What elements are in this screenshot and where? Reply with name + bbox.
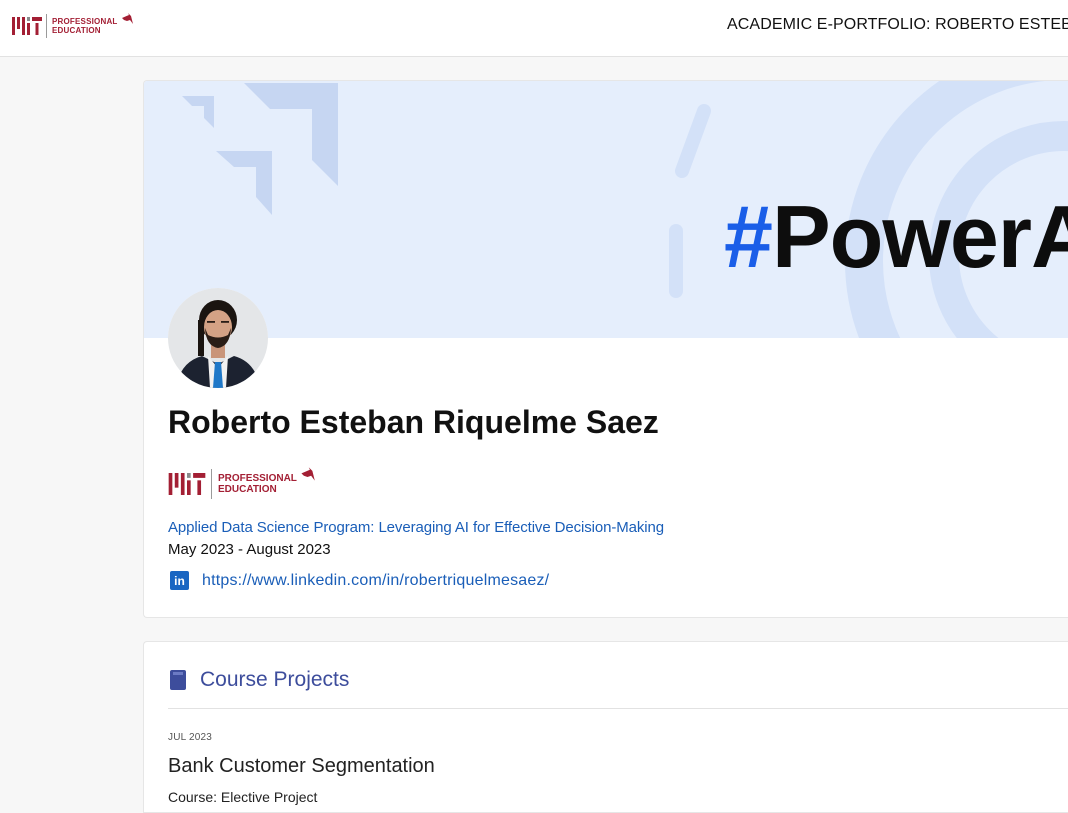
- section-header: Course Projects: [170, 668, 349, 692]
- project-course: Course: Elective Project: [168, 789, 318, 805]
- linkedin-icon[interactable]: in: [170, 571, 189, 590]
- logo-divider: [211, 469, 212, 499]
- course-projects-card: Course Projects JUL 2023 Bank Customer S…: [143, 641, 1068, 813]
- section-divider: [168, 708, 1068, 709]
- hash-symbol: #: [724, 187, 773, 286]
- institution-logo-text: PROFESSIONAL EDUCATION: [218, 473, 297, 496]
- project-date: JUL 2023: [168, 732, 213, 743]
- logo-divider: [46, 14, 47, 38]
- mit-logo-icon: [12, 17, 42, 35]
- program-link[interactable]: Applied Data Science Program: Leveraging…: [168, 519, 664, 536]
- beaver-mark-icon: [301, 467, 315, 481]
- mit-logo-icon: [168, 473, 206, 495]
- institution-text-line2: EDUCATION: [218, 484, 277, 495]
- section-title: Course Projects: [200, 668, 350, 691]
- program-dates: May 2023 - August 2023: [168, 541, 331, 558]
- avatar[interactable]: [168, 288, 268, 388]
- logo-text: PROFESSIONAL EDUCATION: [52, 17, 118, 35]
- mit-pe-logo[interactable]: PROFESSIONAL EDUCATION: [12, 8, 134, 44]
- top-bar: PROFESSIONAL EDUCATION ACADEMIC E-PORTFO…: [0, 0, 1068, 57]
- institution-text-line1: PROFESSIONAL: [218, 472, 297, 484]
- logo-text-line2: EDUCATION: [52, 26, 101, 35]
- linkedin-row: in https://www.linkedin.com/in/robertriq…: [170, 571, 549, 590]
- beaver-mark-icon: [121, 13, 133, 24]
- banner: #PowerAI: [144, 81, 1068, 338]
- profile-name: Roberto Esteban Riquelme Saez: [168, 404, 659, 440]
- linkedin-link[interactable]: https://www.linkedin.com/in/robertriquel…: [202, 572, 549, 590]
- project-title[interactable]: Bank Customer Segmentation: [168, 755, 435, 778]
- book-icon: [170, 670, 186, 690]
- avatar-portrait: [168, 288, 268, 388]
- logo-text-line1: PROFESSIONAL: [52, 16, 118, 26]
- profile-card: #PowerAI Roberto Esteban Riquelme Saez: [143, 80, 1068, 618]
- institution-logo: PROFESSIONAL EDUCATION: [168, 464, 316, 504]
- hashtag-text: PowerAI: [771, 187, 1068, 286]
- page-title: ACADEMIC E-PORTFOLIO: ROBERTO ESTEBAN: [727, 16, 1068, 33]
- banner-hashtag: #PowerAI: [724, 193, 1068, 281]
